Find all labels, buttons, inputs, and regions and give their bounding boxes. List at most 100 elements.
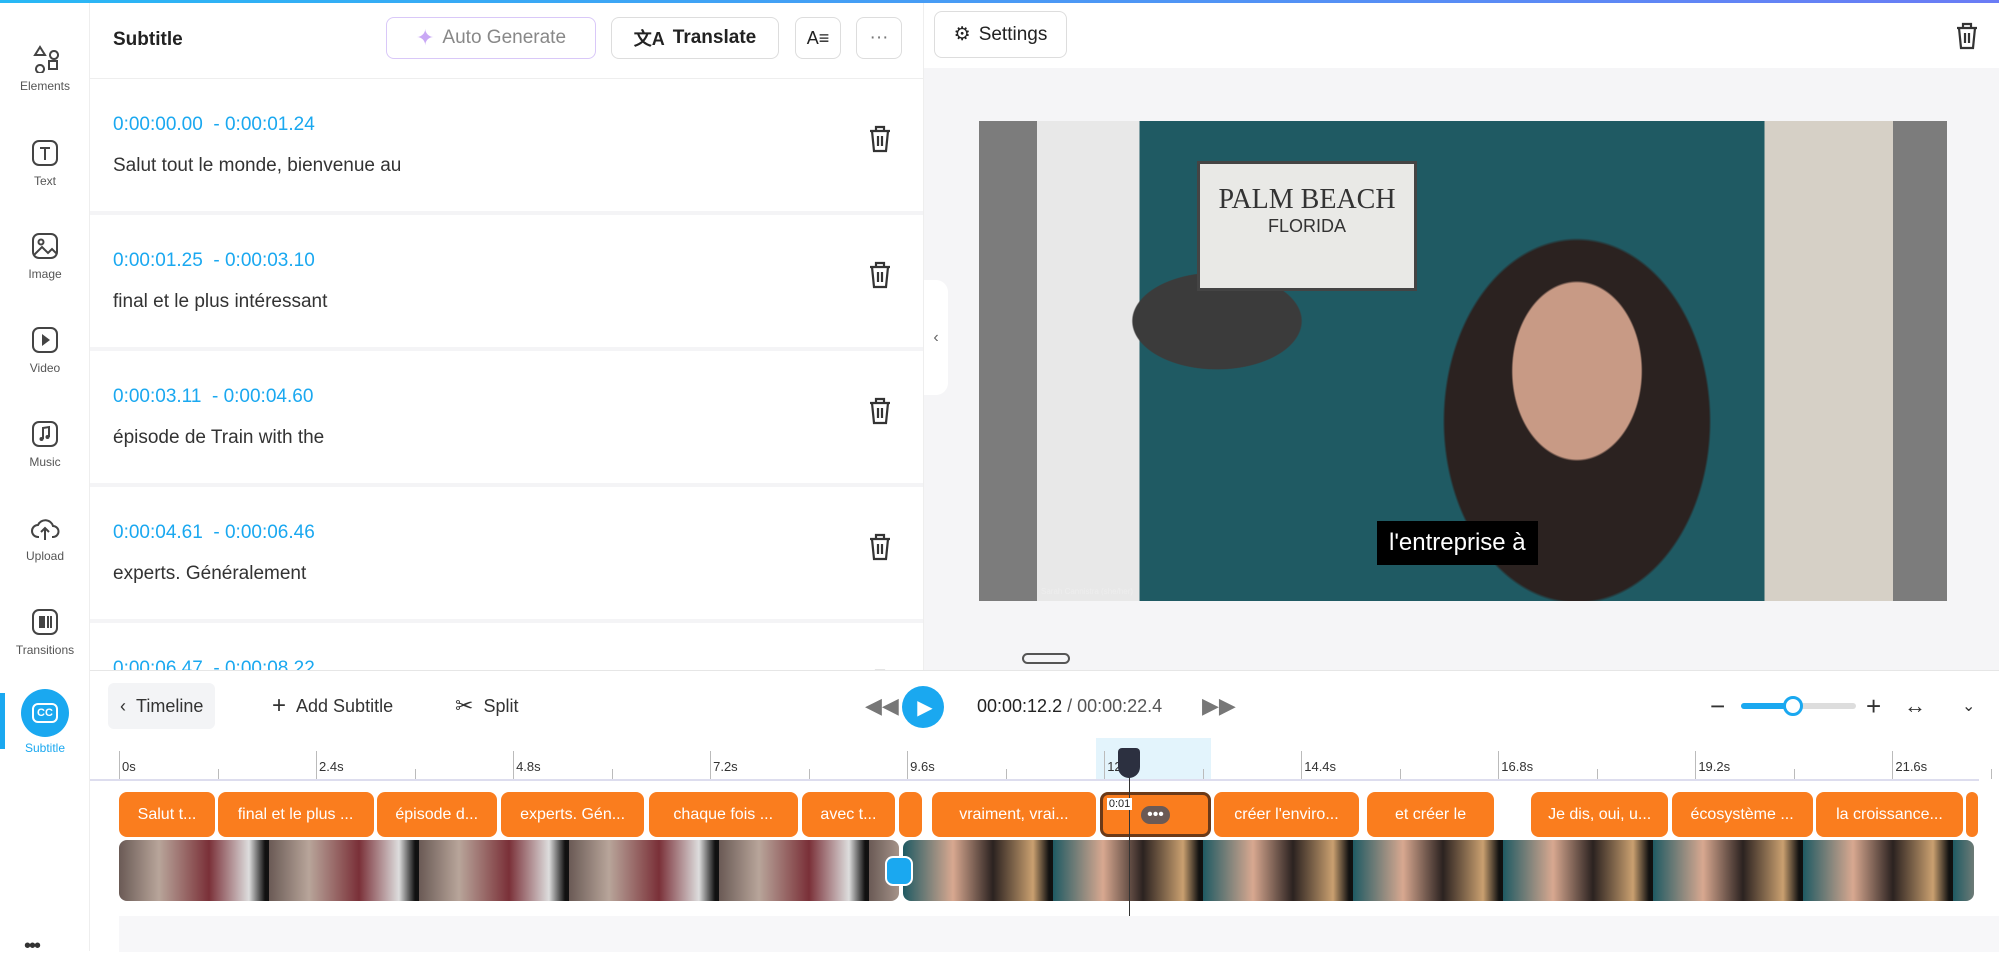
trash-icon[interactable] [867,260,893,290]
rail-item-label: Transitions [15,643,75,657]
ruler-tick [1596,769,1598,779]
playhead-time: 0:01 [1106,798,1133,810]
rail-item-music[interactable]: Music [0,419,90,469]
end-time[interactable]: 0:00:03.10 [225,250,315,271]
end-time[interactable]: 0:00:06.46 [225,522,315,543]
subtitle-clip[interactable] [898,792,922,837]
subtitle-entry[interactable]: 0:00:03.11 - 0:00:04.60 épisode de Train … [90,351,923,487]
time-ruler[interactable]: 0s2.4s4.8s7.2s9.6s12s14.4s16.8s19.2s21.6… [90,751,1992,781]
chevron-left-icon: ‹ [933,328,939,346]
subtitle-panel: Subtitle ✦ Auto Generate 文A Translate A≡… [90,3,924,670]
subtitle-entry[interactable]: 0:00:04.61 - 0:00:06.46 experts. Générale… [90,487,923,623]
subtitle-clip[interactable]: créer l'enviro... [1214,792,1359,837]
end-time[interactable]: 0:00:01.24 [225,114,315,135]
transition-marker-icon[interactable] [884,856,913,886]
start-time[interactable]: 0:00:06.47 [113,658,203,670]
elements-icon [33,45,59,73]
time-range[interactable]: 0:00:03.11 - 0:00:04.60 [113,386,313,408]
video-preview[interactable]: PALM BEACH FLORIDA l'entreprise à Sarah C… [979,121,1947,601]
ruler-tick [611,769,613,779]
video-clip-thumbnails[interactable] [119,840,899,901]
panel-title: Subtitle [113,29,183,50]
clip-label: chaque fois ... [673,805,774,823]
subtitle-entry[interactable]: 0:00:06.47 - 0:00:08.22 [90,623,923,670]
end-time[interactable]: 0:00:08.22 [225,658,315,670]
time-range[interactable]: 0:00:04.61 - 0:00:06.46 [113,522,315,544]
subtitle-clip[interactable]: avec t... [802,792,895,837]
ruler-label: 16.8s [1501,759,1534,774]
video-clip-thumbnails[interactable] [903,840,1975,901]
more-tools-icon[interactable]: ••• [24,935,41,958]
trash-icon[interactable] [1954,21,1980,51]
trash-icon[interactable] [867,532,893,562]
subtitle-clip[interactable]: épisode d... [376,792,497,837]
ruler-tick [1399,769,1401,779]
rail-item-video[interactable]: Video [0,325,90,375]
ruler-tick [414,769,416,779]
subtitle-caption[interactable]: l'entreprise à [1377,521,1538,565]
subtitle-clip[interactable]: experts. Gén... [500,792,645,837]
subtitle-clip[interactable]: la croissance... [1816,792,1963,837]
sign-text: FLORIDA [1267,216,1346,236]
end-time[interactable]: 0:00:04.60 [224,386,314,407]
timeline-track: 0s2.4s4.8s7.2s9.6s12s14.4s16.8s19.2s21.6… [90,671,1999,952]
ruler-tick [808,769,810,779]
subtitle-clip[interactable]: Salut t... [119,792,216,837]
clip-label: final et le plus ... [237,805,354,823]
ruler-tick [119,751,120,779]
text-style-button[interactable]: A≡ [795,17,841,59]
rail-item-text[interactable]: Text [0,138,90,188]
subtitle-clip[interactable]: Je dis, oui, u... [1531,792,1669,837]
rail-item-subtitle[interactable]: CC Subtitle [0,689,90,755]
settings-button[interactable]: ⚙ Settings [934,11,1067,58]
rail-item-upload[interactable]: Upload [0,513,90,563]
start-time[interactable]: 0:00:03.11 [113,386,201,407]
rail-item-image[interactable]: Image [0,231,90,281]
music-icon [32,421,58,447]
clip-label: Salut t... [137,805,197,823]
left-rail: Elements Text Image Video Music Upload Transit… [0,3,90,951]
subtitle-clip[interactable]: et créer le [1366,792,1495,837]
playhead-handle[interactable] [1117,748,1140,778]
ruler-tick [1202,769,1204,779]
empty-track [119,916,1999,952]
clip-label: écosystème ... [1690,805,1794,823]
subtitle-clip[interactable] [1966,792,1979,837]
subtitle-text[interactable]: Salut tout le monde, bienvenue au [113,155,401,177]
time-range[interactable]: 0:00:00.00 - 0:00:01.24 [113,114,315,136]
collapse-panel-button[interactable]: ‹ [924,280,948,395]
start-time[interactable]: 0:00:04.61 [113,522,203,543]
preview-area: ⚙ Settings PALM BEACH FLORIDA l'entreprise… [924,3,1999,670]
clip-label: la croissance... [1836,805,1943,823]
rail-item-transitions[interactable]: Transitions [0,607,90,657]
more-options-button[interactable]: ··· [856,17,902,59]
ruler-tick [217,769,219,779]
subtitle-clip[interactable]: final et le plus ... [217,792,374,837]
rail-item-elements[interactable]: Elements [0,43,90,93]
subtitle-clip[interactable]: écosystème ... [1671,792,1813,837]
trash-icon[interactable] [867,396,893,426]
subtitle-clip[interactable]: chaque fois ... [648,792,798,837]
translate-button[interactable]: 文A Translate [611,17,779,59]
subtitle-text[interactable]: épisode de Train with the [113,427,324,449]
subtitle-entry[interactable]: 0:00:00.00 - 0:00:01.24 Salut tout le mon… [90,79,923,215]
clip-label: ••• [1141,805,1170,824]
ruler-tick [1005,769,1007,779]
subtitle-entry[interactable]: 0:00:01.25 - 0:00:03.10 final et le plus … [90,215,923,351]
rail-item-label: Video [29,361,61,375]
sparkle-icon: ✦ [415,25,435,50]
ruler-tick [1990,769,1992,779]
trash-icon[interactable] [867,124,893,154]
start-time[interactable]: 0:00:00.00 [113,114,203,135]
subtitle-text[interactable]: final et le plus intéressant [113,291,327,313]
text-format-icon: A≡ [806,27,830,48]
subtitle-clip[interactable]: vraiment, vrai... [931,792,1096,837]
resize-handle[interactable] [1022,653,1070,664]
time-range[interactable]: 0:00:01.25 - 0:00:03.10 [113,250,315,272]
subtitle-text[interactable]: experts. Généralement [113,563,306,585]
time-range[interactable]: 0:00:06.47 - 0:00:08.22 [113,658,315,670]
auto-generate-button[interactable]: ✦ Auto Generate [386,17,596,59]
start-time[interactable]: 0:00:01.25 [113,250,203,271]
ruler-label: 7.2s [713,759,738,774]
settings-label: Settings [978,23,1048,45]
